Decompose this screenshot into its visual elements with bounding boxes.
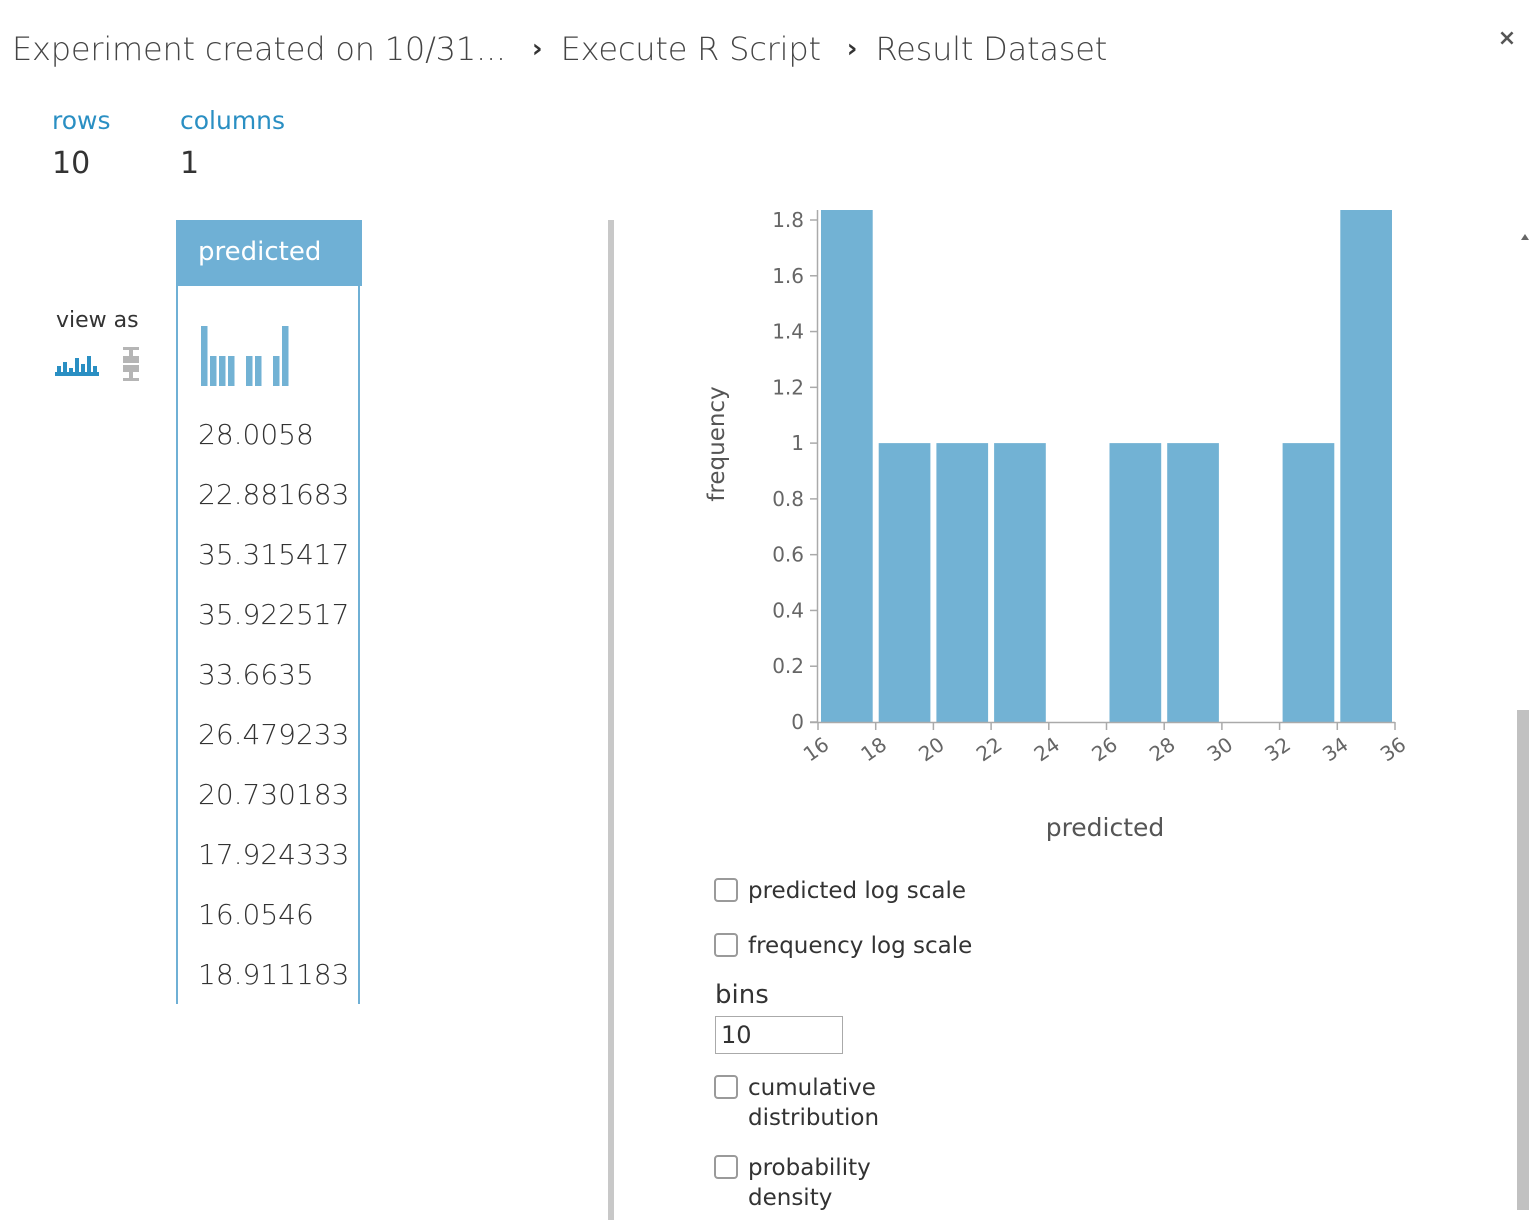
cumulative-distribution-option: cumulative distribution xyxy=(714,1073,879,1133)
y-tick-label: 0.2 xyxy=(772,654,804,678)
x-tick-label: 34 xyxy=(1318,732,1353,766)
y-tick-label: 1.2 xyxy=(772,375,804,399)
scrollbar-thumb[interactable] xyxy=(1517,710,1529,1210)
breadcrumb-module[interactable]: Execute R Script xyxy=(561,30,821,68)
histogram-bar-5 xyxy=(1109,443,1162,722)
x-tick-label: 22 xyxy=(972,732,1007,766)
probability-density-label: probability density xyxy=(748,1153,871,1213)
rows-value: 10 xyxy=(52,146,91,181)
chevron-right-icon: › xyxy=(531,34,543,64)
mini-histogram xyxy=(201,326,289,386)
mini-histogram-bar xyxy=(282,326,289,386)
y-tick-label: 1 xyxy=(791,431,804,455)
cumulative-distribution-checkbox[interactable] xyxy=(714,1075,738,1099)
close-icon[interactable]: × xyxy=(1496,26,1518,52)
cumulative-label-line1: cumulative xyxy=(748,1075,876,1101)
predicted-log-scale-option: predicted log scale xyxy=(714,876,966,906)
y-axis: 0 0.2 0.4 0.6 0.8 1 1.2 1.4 1.6 1.8 xyxy=(772,210,819,734)
cumulative-distribution-label: cumulative distribution xyxy=(748,1073,879,1133)
rows-label: rows xyxy=(52,106,111,135)
histogram-bar-6 xyxy=(1167,443,1219,722)
boxplot-icon[interactable] xyxy=(120,346,142,382)
breadcrumb: Experiment created on 10/31... › Execute… xyxy=(12,24,1107,74)
bins-input[interactable] xyxy=(715,1016,843,1054)
chevron-right-icon: › xyxy=(846,34,858,64)
x-tick-label: 30 xyxy=(1203,732,1238,766)
value-cell: 18.911183 xyxy=(198,958,350,991)
value-cell: 16.0546 xyxy=(198,898,314,931)
x-tick-label: 26 xyxy=(1087,732,1122,766)
frequency-log-scale-label: frequency log scale xyxy=(748,933,973,959)
y-tick-label: 1.4 xyxy=(772,320,804,344)
breadcrumb-experiment[interactable]: Experiment created on 10/31... xyxy=(12,30,506,68)
histogram-icon[interactable] xyxy=(55,350,99,380)
value-cell: 35.922517 xyxy=(198,598,350,631)
frequency-log-scale-option: frequency log scale xyxy=(714,931,972,961)
mini-histogram-bar xyxy=(273,356,280,386)
y-tick-label: 0 xyxy=(791,710,804,734)
x-tick-label: 16 xyxy=(799,732,834,766)
mini-histogram-bar xyxy=(201,326,208,386)
bins-label: bins xyxy=(715,980,769,1010)
x-tick-label: 28 xyxy=(1145,732,1180,766)
y-axis-title: frequency xyxy=(704,386,730,501)
value-cell: 35.315417 xyxy=(198,538,350,571)
value-cell: 33.6635 xyxy=(198,658,314,691)
histogram-bar-2 xyxy=(936,443,989,722)
scroll-up-arrow-icon[interactable] xyxy=(1521,234,1529,240)
mini-histogram-bar xyxy=(219,356,226,386)
y-tick-label: 0.6 xyxy=(772,543,804,567)
histogram-bar-9 xyxy=(1340,210,1392,722)
predicted-log-scale-label: predicted log scale xyxy=(748,878,967,904)
value-cell: 20.730183 xyxy=(198,778,350,811)
cumulative-label-line2: distribution xyxy=(748,1105,880,1131)
frequency-log-scale-checkbox[interactable] xyxy=(714,933,738,957)
value-cell: 26.479233 xyxy=(198,718,350,751)
predicted-log-scale-checkbox[interactable] xyxy=(714,878,738,902)
x-tick-label: 24 xyxy=(1029,732,1064,766)
view-as-label: view as xyxy=(56,308,139,333)
mini-histogram-bar xyxy=(210,356,217,386)
histogram-bar-8 xyxy=(1282,443,1335,722)
y-tick-label: 1.6 xyxy=(772,264,804,288)
histogram-bar-0 xyxy=(821,210,873,722)
x-axis-title: predicted xyxy=(1046,813,1165,842)
columns-label: columns xyxy=(180,106,286,135)
probability-label-line2: density xyxy=(748,1185,833,1211)
x-tick-label: 20 xyxy=(914,732,949,766)
mini-histogram-bar xyxy=(255,356,262,386)
probability-density-checkbox[interactable] xyxy=(714,1155,738,1179)
probability-density-option: probability density xyxy=(714,1153,871,1213)
mini-histogram-bar xyxy=(246,356,253,386)
histogram-bar-1 xyxy=(878,443,931,722)
x-tick-label: 36 xyxy=(1376,732,1411,766)
histogram-bar-3 xyxy=(994,443,1046,722)
value-cell: 22.881683 xyxy=(198,478,350,511)
breadcrumb-output: Result Dataset xyxy=(875,30,1108,68)
value-cell: 28.0058 xyxy=(198,418,314,451)
y-tick-label: 0.4 xyxy=(772,598,804,622)
column-panel: predicted 28.0058 22.881683 35.315417 35.92… xyxy=(176,220,362,1004)
y-tick-label: 1.8 xyxy=(772,210,804,232)
columns-value: 1 xyxy=(180,146,200,181)
y-tick-label: 0.8 xyxy=(772,487,804,511)
x-tick-label: 18 xyxy=(856,732,891,766)
panel-splitter[interactable] xyxy=(608,220,614,1220)
mini-histogram-bar xyxy=(228,356,235,386)
probability-label-line1: probability xyxy=(748,1155,871,1181)
value-cell: 17.924333 xyxy=(198,838,350,871)
chart-bars xyxy=(821,210,1392,722)
column-header-predicted[interactable]: predicted xyxy=(176,220,362,286)
x-tick-label: 32 xyxy=(1260,732,1295,766)
histogram-chart: 0 0.2 0.4 0.6 0.8 1 1.2 1.4 1.6 1.8 16 18 20 22 24 26 2… xyxy=(704,210,1411,842)
x-axis: 16 18 20 22 24 26 28 30 32 34 36 xyxy=(799,721,1411,766)
